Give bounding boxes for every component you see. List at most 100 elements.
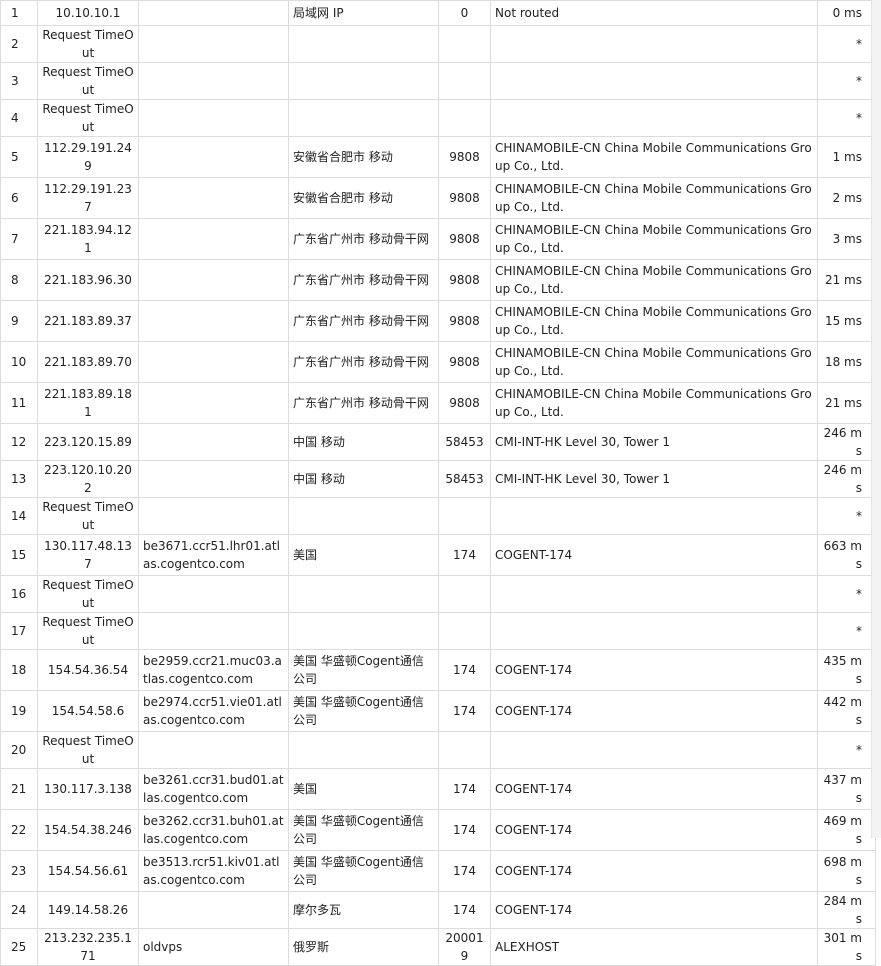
hostname-cell	[138, 218, 289, 260]
organization-cell: CHINAMOBILE-CN China Mobile Communicatio…	[490, 259, 818, 301]
ip-address-cell: 112.29.191.249	[37, 136, 139, 178]
table-row: 12 223.120.15.89 中国 移动 58453 CMI-INT-HK Leve…	[0, 423, 876, 461]
hostname-cell: oldvps	[138, 928, 289, 966]
asn-cell: 200019	[438, 928, 491, 966]
location-cell: 美国	[288, 768, 439, 810]
table-row: 9 221.183.89.37 广东省广州市 移动骨干网 9808 CHINAMOBIL…	[0, 300, 876, 342]
table-row: 14 Request TimeOut *	[0, 497, 876, 535]
latency-cell: *	[817, 575, 876, 613]
hostname-cell	[138, 62, 289, 100]
table-row: 13 223.120.10.202 中国 移动 58453 CMI-INT-HK Lev…	[0, 460, 876, 498]
organization-cell: CHINAMOBILE-CN China Mobile Communicatio…	[490, 136, 818, 178]
hop-number-cell: 2	[0, 25, 38, 63]
hop-number-cell: 18	[0, 649, 38, 691]
latency-cell: 437 ms	[817, 768, 876, 810]
location-cell: 美国 华盛顿Cogent通信公司	[288, 809, 439, 851]
ip-address-cell: Request TimeOut	[37, 497, 139, 535]
latency-cell: *	[817, 731, 876, 769]
organization-cell	[490, 25, 818, 63]
ip-address-cell: 130.117.48.137	[37, 534, 139, 576]
table-row: 3 Request TimeOut *	[0, 62, 876, 100]
hostname-cell	[138, 99, 289, 137]
hop-number-cell: 9	[0, 300, 38, 342]
table-row: 16 Request TimeOut *	[0, 575, 876, 613]
table-row: 11 221.183.89.181 广东省广州市 移动骨干网 9808 CHINAMOB…	[0, 382, 876, 424]
location-cell: 美国 华盛顿Cogent通信公司	[288, 690, 439, 732]
table-row: 2 Request TimeOut *	[0, 25, 876, 63]
location-cell: 美国 华盛顿Cogent通信公司	[288, 649, 439, 691]
location-cell	[288, 575, 439, 613]
hop-number-cell: 7	[0, 218, 38, 260]
organization-cell: CHINAMOBILE-CN China Mobile Communicatio…	[490, 341, 818, 383]
organization-cell: COGENT-174	[490, 891, 818, 929]
hostname-cell: be3671.ccr51.lhr01.atlas.cogentco.com	[138, 534, 289, 576]
hop-number-cell: 12	[0, 423, 38, 461]
ip-address-cell: Request TimeOut	[37, 99, 139, 137]
latency-cell: 21 ms	[817, 382, 876, 424]
hostname-cell	[138, 497, 289, 535]
table-row: 5 112.29.191.249 安徽省合肥市 移动 9808 CHINAMOBILE-…	[0, 136, 876, 178]
organization-cell	[490, 731, 818, 769]
hostname-cell	[138, 341, 289, 383]
latency-cell: 246 ms	[817, 460, 876, 498]
hop-number-cell: 15	[0, 534, 38, 576]
hop-number-cell: 14	[0, 497, 38, 535]
table-row: 7 221.183.94.121 广东省广州市 移动骨干网 9808 CHINAMOBI…	[0, 218, 876, 260]
location-cell: 局域网 IP	[288, 0, 439, 26]
location-cell: 广东省广州市 移动骨干网	[288, 259, 439, 301]
location-cell: 俄罗斯	[288, 928, 439, 966]
hostname-cell	[138, 136, 289, 178]
latency-cell: 1 ms	[817, 136, 876, 178]
ip-address-cell: 221.183.96.30	[37, 259, 139, 301]
hostname-cell: be2959.ccr21.muc03.atlas.cogentco.com	[138, 649, 289, 691]
table-row: 22 154.54.38.246 be3262.ccr31.buh01.atlas.…	[0, 809, 876, 851]
ip-address-cell: 223.120.10.202	[37, 460, 139, 498]
hostname-cell	[138, 891, 289, 929]
organization-cell	[490, 497, 818, 535]
location-cell: 广东省广州市 移动骨干网	[288, 300, 439, 342]
hop-number-cell: 22	[0, 809, 38, 851]
table-row: 25 213.232.235.171 oldvps 俄罗斯 200019 ALEXHOST…	[0, 928, 876, 966]
hop-number-cell: 10	[0, 341, 38, 383]
organization-cell	[490, 612, 818, 650]
asn-cell: 174	[438, 768, 491, 810]
ip-address-cell: 154.54.58.6	[37, 690, 139, 732]
table-row: 18 154.54.36.54 be2959.ccr21.muc03.atlas.c…	[0, 649, 876, 691]
hostname-cell	[138, 423, 289, 461]
latency-cell: 435 ms	[817, 649, 876, 691]
ip-address-cell: Request TimeOut	[37, 25, 139, 63]
organization-cell: CHINAMOBILE-CN China Mobile Communicatio…	[490, 177, 818, 219]
traceroute-table: 1 10.10.10.1 局域网 IP 0 Not routed 0 ms 2 Request…	[0, 0, 876, 966]
hostname-cell: be3261.ccr31.bud01.atlas.cogentco.com	[138, 768, 289, 810]
hostname-cell: be2974.ccr51.vie01.atlas.cogentco.com	[138, 690, 289, 732]
asn-cell: 174	[438, 850, 491, 892]
hostname-cell	[138, 575, 289, 613]
asn-cell: 174	[438, 534, 491, 576]
table-row: 17 Request TimeOut *	[0, 612, 876, 650]
hop-number-cell: 3	[0, 62, 38, 100]
ip-address-cell: 154.54.38.246	[37, 809, 139, 851]
hop-number-cell: 1	[0, 0, 38, 26]
asn-cell: 174	[438, 809, 491, 851]
hostname-cell: be3513.rcr51.kiv01.atlas.cogentco.com	[138, 850, 289, 892]
latency-cell: 698 ms	[817, 850, 876, 892]
latency-cell: 2 ms	[817, 177, 876, 219]
latency-cell: 284 ms	[817, 891, 876, 929]
location-cell: 广东省广州市 移动骨干网	[288, 382, 439, 424]
location-cell: 广东省广州市 移动骨干网	[288, 341, 439, 383]
ip-address-cell: 112.29.191.237	[37, 177, 139, 219]
location-cell: 摩尔多瓦	[288, 891, 439, 929]
ip-address-cell: 221.183.89.181	[37, 382, 139, 424]
latency-cell: 469 ms	[817, 809, 876, 851]
asn-cell	[438, 497, 491, 535]
ip-address-cell: Request TimeOut	[37, 612, 139, 650]
table-row: 24 149.14.58.26 摩尔多瓦 174 COGENT-174 284 ms	[0, 891, 876, 929]
latency-cell: *	[817, 25, 876, 63]
ip-address-cell: 221.183.94.121	[37, 218, 139, 260]
vertical-scrollbar[interactable]	[871, 0, 881, 838]
hop-number-cell: 11	[0, 382, 38, 424]
latency-cell: *	[817, 99, 876, 137]
table-row: 23 154.54.56.61 be3513.rcr51.kiv01.atlas.c…	[0, 850, 876, 892]
asn-cell: 174	[438, 649, 491, 691]
asn-cell: 9808	[438, 341, 491, 383]
